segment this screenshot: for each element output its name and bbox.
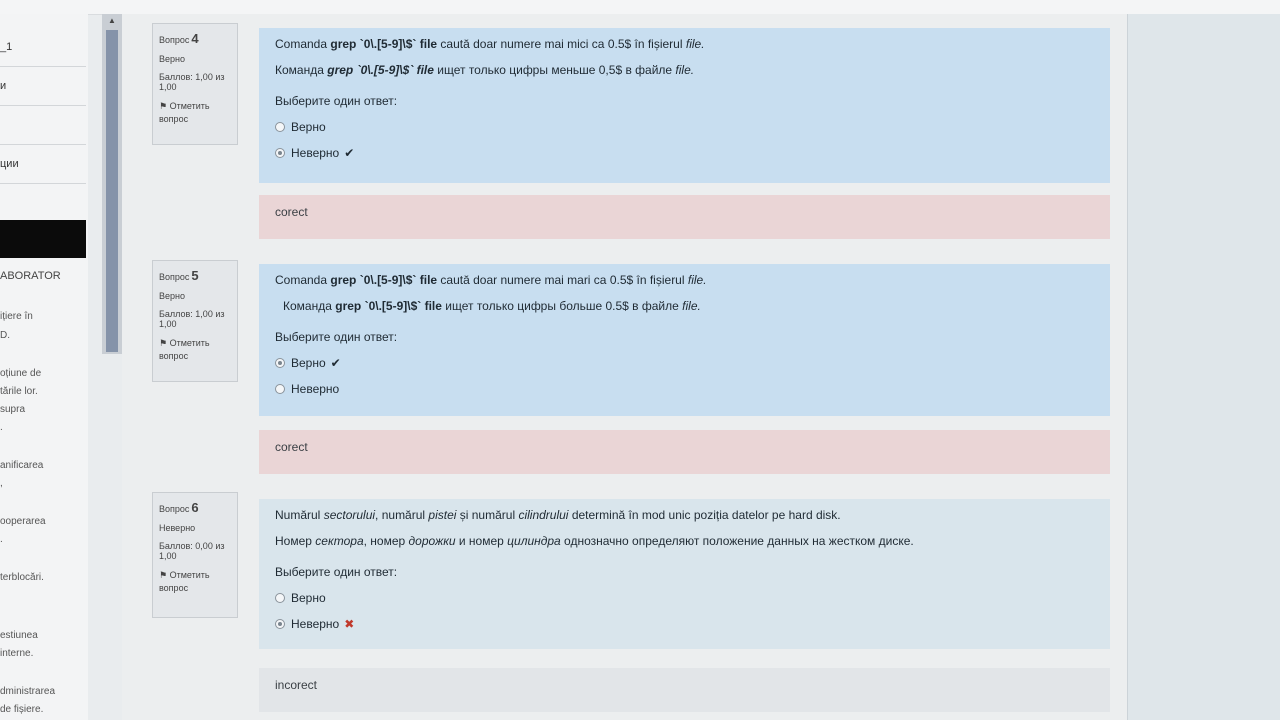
sidebar-text[interactable]: supra <box>0 404 25 415</box>
question-text-ro: Comanda grep `0\.[5-9]\$` file caută doa… <box>275 273 707 287</box>
sidebar-text[interactable]: ooperarea <box>0 516 46 527</box>
answer-option-false[interactable]: Неверно ✔ <box>275 140 1094 166</box>
feedback-text: incorect <box>275 678 318 692</box>
question-grade: Баллов: 1,00 из 1,00 <box>159 309 225 329</box>
sidebar-text[interactable]: dministrarea <box>0 686 55 697</box>
question-text-ru: Команда grep `0\.[5-9]\$` file ищет толь… <box>283 299 701 313</box>
answer-option-false[interactable]: Неверно ✖ <box>275 611 1094 637</box>
feedback-text: corect <box>275 440 308 454</box>
browser-top-bar <box>0 0 1280 15</box>
flag-question-label: Отметить вопрос <box>159 570 210 593</box>
check-icon: ✔ <box>330 356 341 370</box>
radio-button[interactable] <box>275 384 285 394</box>
sidebar-text[interactable]: anificarea <box>0 460 43 471</box>
sidebar-text[interactable]: estiunea <box>0 630 38 641</box>
question-number: 5 <box>191 268 199 283</box>
sidebar-text[interactable]: D. <box>0 330 10 341</box>
sidebar-item-1[interactable]: _1 <box>0 28 86 67</box>
course-sidebar: _1 и ции ABORATOR ițiere în D. oțiune de… <box>0 14 88 720</box>
radio-button-selected[interactable] <box>275 148 285 158</box>
answer-option-true[interactable]: Верно <box>275 585 1094 611</box>
question-label: Вопрос <box>159 272 190 282</box>
option-label: Верно <box>291 591 326 605</box>
question-label: Вопрос <box>159 35 190 45</box>
question-text-ru: Номер сектора, номер дорожки и номер цил… <box>275 534 914 548</box>
flag-question-link[interactable]: ⚑ Отметить вопрос <box>159 100 231 126</box>
sidebar-text[interactable]: oțiune de <box>0 368 41 379</box>
answer-option-true[interactable]: Верно ✔ <box>275 350 1094 376</box>
sidebar-item-2[interactable]: и <box>0 67 86 106</box>
answer-prompt: Выберите один ответ: <box>275 565 398 579</box>
flag-question-link[interactable]: ⚑ Отметить вопрос <box>159 569 231 595</box>
flag-icon: ⚑ <box>159 101 168 111</box>
sidebar-text[interactable]: ițiere în <box>0 311 33 322</box>
sidebar-item-4[interactable]: ции <box>0 145 86 184</box>
question-text-ru: Команда grep `0\.[5-9]\$` file ищет толь… <box>275 63 695 77</box>
question-text-ro: Comanda grep `0\.[5-9]\$` file caută doa… <box>275 37 705 51</box>
flag-question-label: Отметить вопрос <box>159 101 210 124</box>
radio-button-selected[interactable] <box>275 619 285 629</box>
sidebar-item-label: _1 <box>0 41 13 53</box>
option-label: Неверно <box>291 382 340 396</box>
sidebar-item-5[interactable] <box>0 184 86 223</box>
question-info-6: Вопрос 6 Неверно Баллов: 0,00 из 1,00 ⚑ О… <box>152 492 238 618</box>
answer-option-false[interactable]: Неверно <box>275 376 1094 402</box>
feedback-text: corect <box>275 205 308 219</box>
sidebar-text[interactable]: . <box>0 422 3 433</box>
question-label: Вопрос <box>159 504 190 514</box>
question-content-5: Comanda grep `0\.[5-9]\$` file caută doa… <box>259 264 1110 416</box>
sidebar-text[interactable]: terblocări. <box>0 572 44 583</box>
flag-icon: ⚑ <box>159 570 168 580</box>
sidebar-item-label: и <box>0 80 7 92</box>
question-info-4: Вопрос 4 Верно Баллов: 1,00 из 1,00 ⚑ Отм… <box>152 23 238 145</box>
option-label: Верно <box>291 120 326 134</box>
flag-question-label: Отметить вопрос <box>159 338 210 361</box>
question-state: Неверно <box>159 523 196 533</box>
sidebar-redacted-block <box>0 220 86 258</box>
sidebar-section-heading: ABORATOR <box>0 270 61 282</box>
question-text-ro: Numărul sectorului, numărul pistei și nu… <box>275 508 841 522</box>
cross-icon: ✖ <box>344 617 355 631</box>
sidebar-item-3[interactable] <box>0 106 86 145</box>
right-panel <box>1127 14 1280 720</box>
question-content-4: Comanda grep `0\.[5-9]\$` file caută doa… <box>259 28 1110 183</box>
question-number: 4 <box>191 31 199 46</box>
question-info-5: Вопрос 5 Верно Баллов: 1,00 из 1,00 ⚑ Отм… <box>152 260 238 382</box>
scrollbar-thumb[interactable] <box>106 30 118 352</box>
sidebar-text[interactable]: interne. <box>0 648 33 659</box>
question-grade: Баллов: 1,00 из 1,00 <box>159 72 225 92</box>
radio-button-selected[interactable] <box>275 358 285 368</box>
sidebar-text[interactable]: de fișiere. <box>0 704 43 715</box>
question-state: Верно <box>159 54 185 64</box>
question-number: 6 <box>191 500 199 515</box>
option-label: Неверно <box>291 146 340 160</box>
feedback-6: incorect <box>259 668 1110 712</box>
sidebar-text[interactable]: , <box>0 478 3 489</box>
option-label: Верно <box>291 356 326 370</box>
option-label: Неверно <box>291 617 340 631</box>
question-grade: Баллов: 0,00 из 1,00 <box>159 541 225 561</box>
check-icon: ✔ <box>344 146 355 160</box>
flag-icon: ⚑ <box>159 338 168 348</box>
question-state: Верно <box>159 291 185 301</box>
scroll-up-icon[interactable]: ▲ <box>102 14 122 28</box>
sidebar-item-label: ции <box>0 158 19 170</box>
radio-button[interactable] <box>275 593 285 603</box>
feedback-4: corect <box>259 195 1110 239</box>
flag-question-link[interactable]: ⚑ Отметить вопрос <box>159 337 231 363</box>
radio-button[interactable] <box>275 122 285 132</box>
answer-prompt: Выберите один ответ: <box>275 330 398 344</box>
quiz-review-main: Вопрос 4 Верно Баллов: 1,00 из 1,00 ⚑ Отм… <box>122 14 1127 720</box>
answer-option-true[interactable]: Верно <box>275 114 1094 140</box>
question-content-6: Numărul sectorului, numărul pistei și nu… <box>259 499 1110 649</box>
sidebar-text[interactable]: . <box>0 534 3 545</box>
sidebar-text[interactable]: tările lor. <box>0 386 38 397</box>
feedback-5: corect <box>259 430 1110 474</box>
sidebar-scrollbar[interactable]: ▲ <box>102 14 122 354</box>
answer-prompt: Выберите один ответ: <box>275 94 398 108</box>
